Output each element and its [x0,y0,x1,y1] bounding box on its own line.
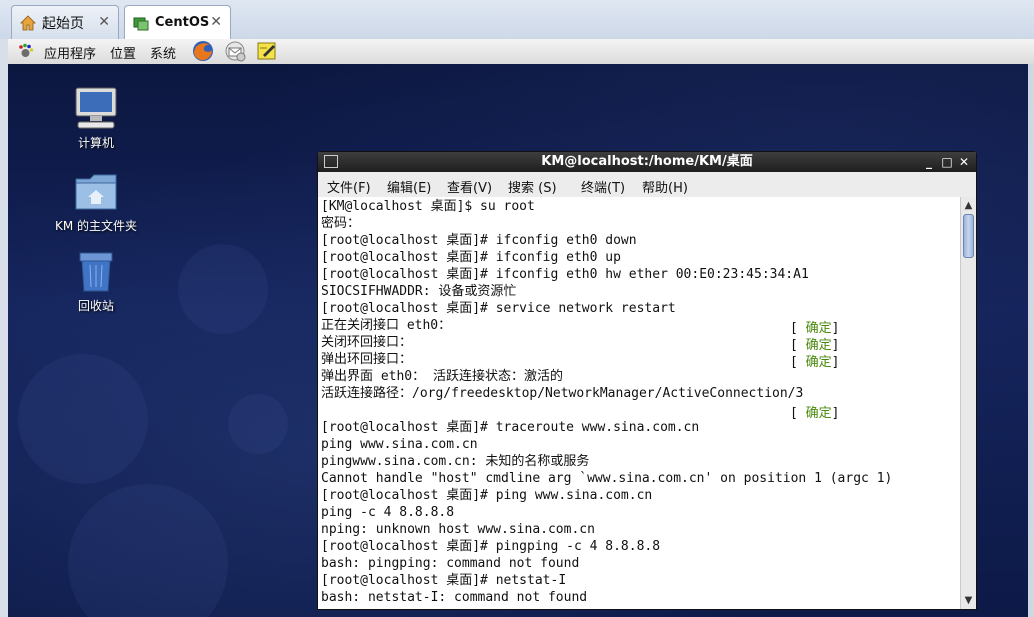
terminal-line: nping: unknown host www.sina.com.cn [321,522,595,537]
terminal-window: KM@localhost:/home/KM/桌面 _ □ ✕ 文件(F) 编辑(… [317,151,977,610]
terminal-line: [root@localhost 桌面]# traceroute www.sina… [321,420,700,435]
home-folder-icon [72,167,120,215]
wallpaper-bubble [228,394,288,454]
vertical-scrollbar[interactable]: ▲ ▼ [960,197,976,609]
scroll-up-arrow-icon[interactable]: ▲ [963,200,974,211]
menu-terminal[interactable]: 终端(T) [581,177,625,196]
terminal-line: 活跃连接路径：/org/freedesktop/NetworkManager/A… [321,386,804,401]
terminal-line: bash: pingping: command not found [321,556,580,571]
terminal-title: KM@localhost:/home/KM/桌面 [541,154,753,169]
browser-tab-bar: 起始页 ✕ CentOS ✕ [0,0,1034,40]
tab-start-page[interactable]: 起始页 ✕ [11,5,119,39]
terminal-line: SIOCSIFHWADDR: 设备或资源忙 [321,284,517,299]
scroll-down-arrow-icon[interactable]: ▼ [963,595,974,606]
menu-file[interactable]: 文件(F) [327,177,371,196]
maximize-button[interactable]: □ [938,152,956,172]
terminal-menubar: 文件(F) 编辑(E) 查看(V) 搜索 (S) 终端(T) 帮助(H) [318,172,976,197]
menu-system[interactable]: 系统 [150,43,176,62]
terminal-line: [KM@localhost 桌面]$ su root [321,199,535,214]
terminal-icon [324,155,338,168]
desktop-icon-trash[interactable]: 回收站 [41,247,151,314]
menu-search[interactable]: 搜索 (S) [508,177,557,196]
terminal-line: 密码： [321,216,361,231]
menu-applications[interactable]: 应用程序 [44,43,96,62]
notes-icon[interactable] [255,39,279,63]
terminal-line: [root@localhost 桌面]# service network res… [321,301,676,316]
status-bracket: [ [790,406,806,421]
status-bracket: ] [831,355,840,370]
mail-icon[interactable] [223,39,247,63]
desktop-icon-label: 回收站 [77,299,114,313]
terminal-line: pingwww.sina.com.cn: 未知的名称或服务 [321,454,590,469]
desktop-icon-label: KM 的主文件夹 [54,219,138,233]
gnome-top-panel: 应用程序 位置 系统 [8,39,1034,65]
terminal-line: ping www.sina.com.cn [321,437,478,452]
terminal-output[interactable]: [KM@localhost 桌面]$ su root 密码： [root@local… [318,197,960,609]
menu-edit[interactable]: 编辑(E) [387,177,431,196]
tab-label: 起始页 [42,15,84,32]
close-icon[interactable]: ✕ [98,14,110,30]
computer-icon [72,84,120,132]
terminal-line: [root@localhost 桌面]# netstat-I [321,573,567,588]
home-icon [20,14,36,31]
vm-frame-right [1028,64,1034,617]
tab-label: CentOS [155,15,210,30]
terminal-line: [root@localhost 桌面]# ifconfig eth0 hw et… [321,267,809,282]
terminal-line: [root@localhost 桌面]# pingping -c 4 8.8.8… [321,539,661,554]
status-bracket: [ [790,355,806,370]
menu-places[interactable]: 位置 [110,43,136,62]
vm-icon [133,15,149,31]
status-ok-label: 确定 [805,406,832,421]
scrollbar-thumb[interactable] [963,214,974,258]
terminal-line: ping -c 4 8.8.8.8 [321,505,455,520]
terminal-line: 弹出界面 eth0： 活跃连接状态：激活的 [321,369,563,384]
desktop-icon-computer[interactable]: 计算机 [41,84,151,151]
terminal-line: bash: netstat-I: command not found [321,590,588,605]
terminal-line: Cannot handle "host" cmdline arg `www.si… [321,471,893,486]
wallpaper-bubble [178,244,268,334]
trash-icon [72,247,120,295]
terminal-line: [root@localhost 桌面]# ping www.sina.com.c… [321,488,653,503]
status-ok-badge: [ 确定] [790,351,840,370]
wallpaper-bubble [68,484,228,617]
firefox-icon[interactable] [191,39,215,63]
foot-icon [17,43,34,60]
terminal-line: [root@localhost 桌面]# ifconfig eth0 up [321,250,621,265]
menu-help[interactable]: 帮助(H) [642,177,688,196]
status-ok-label: 确定 [805,355,832,370]
wallpaper-bubble [18,354,148,484]
close-button[interactable]: ✕ [955,152,973,172]
status-bracket: ] [831,406,840,421]
tab-centos[interactable]: CentOS ✕ [124,5,231,39]
terminal-titlebar[interactable]: KM@localhost:/home/KM/桌面 _ □ ✕ [318,152,976,172]
terminal-line: [root@localhost 桌面]# ifconfig eth0 down [321,233,637,248]
status-ok-badge: [ 确定] [790,402,840,421]
desktop-icon-label: 计算机 [77,136,114,150]
close-icon[interactable]: ✕ [210,14,222,30]
menu-view[interactable]: 查看(V) [447,177,492,196]
minimize-button[interactable]: _ [920,152,938,172]
desktop-icon-home-folder[interactable]: KM 的主文件夹 [41,167,151,234]
